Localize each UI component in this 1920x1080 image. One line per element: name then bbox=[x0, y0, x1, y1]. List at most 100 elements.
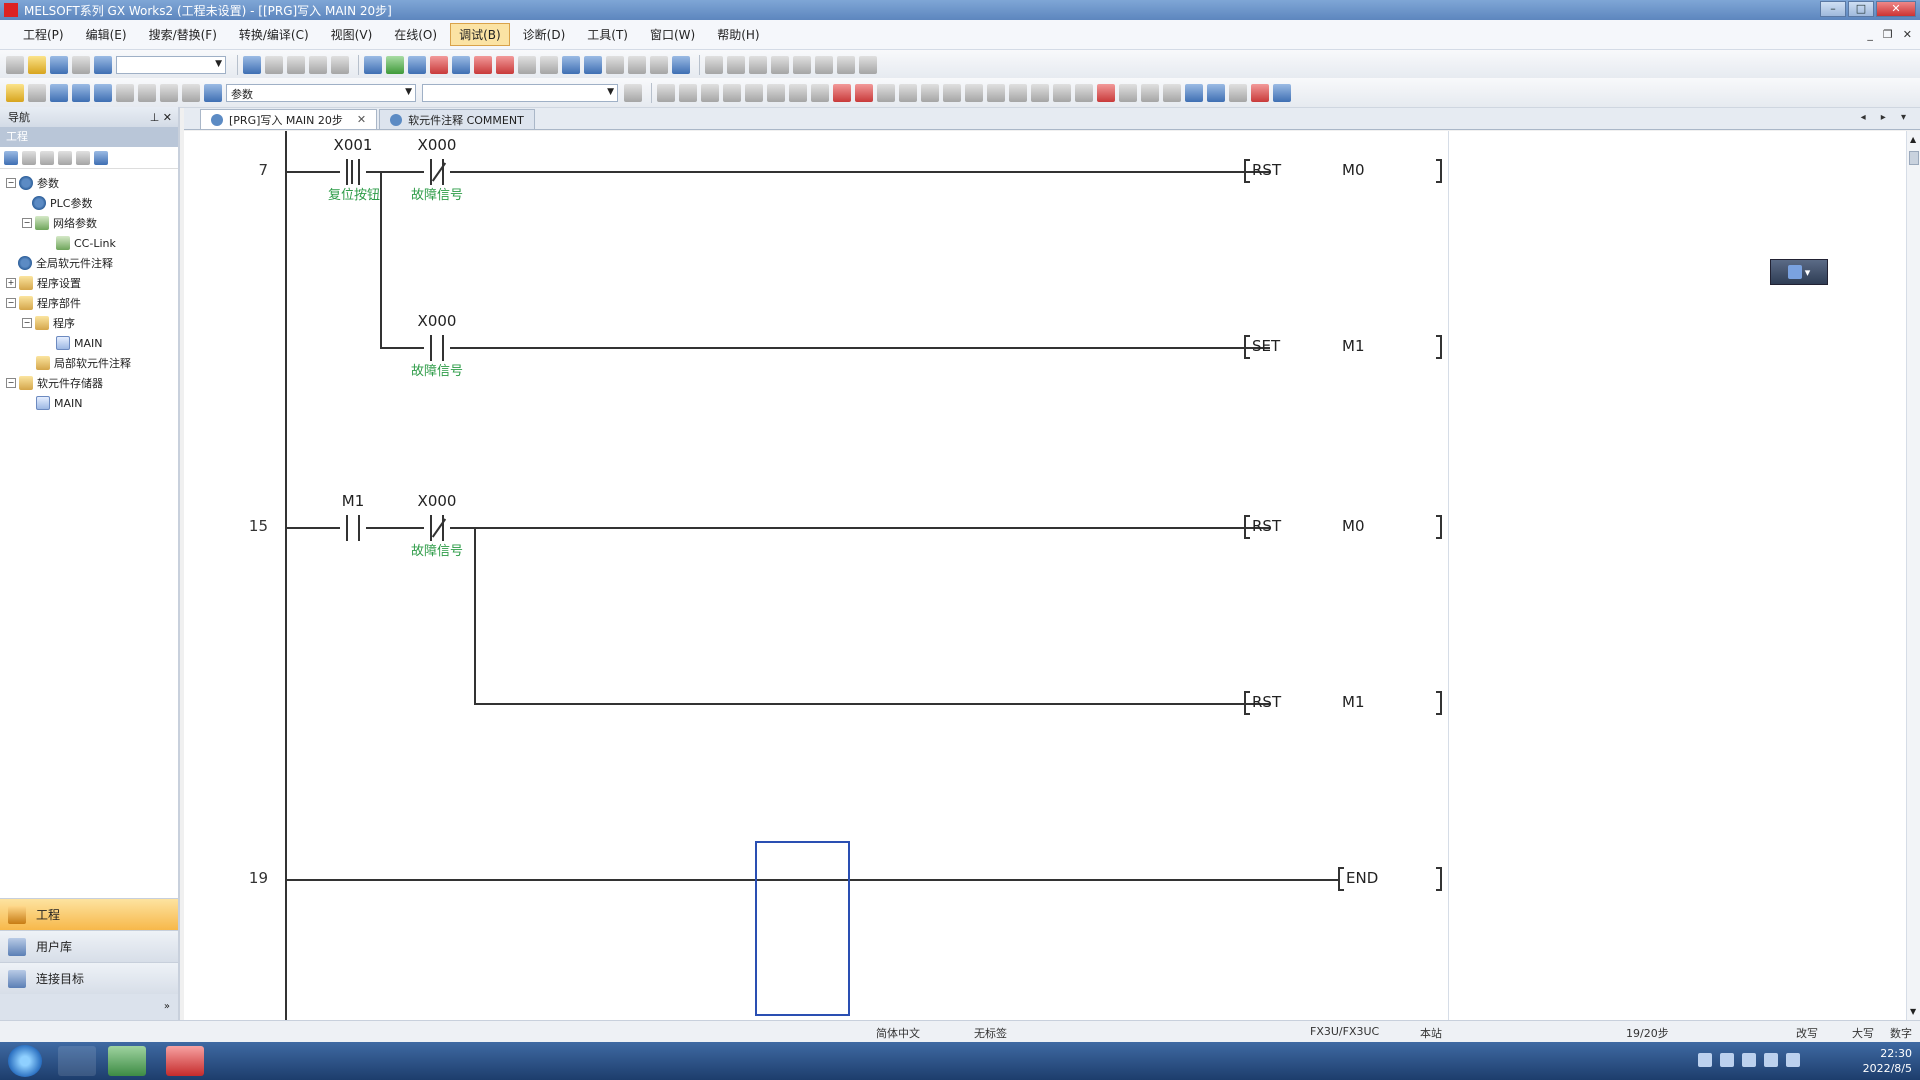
parameter-combo[interactable]: 参数 ▼ bbox=[226, 83, 416, 102]
pulse-conversion-icon[interactable] bbox=[987, 83, 1005, 102]
menu-tool[interactable]: 工具(T) bbox=[578, 23, 637, 46]
navigation-toggle-icon[interactable] bbox=[6, 83, 24, 102]
operand[interactable]: M0 bbox=[1342, 517, 1365, 535]
instruction[interactable]: RST bbox=[1252, 693, 1281, 711]
explorer-icon[interactable] bbox=[108, 1046, 146, 1076]
gx-works-taskbar-icon[interactable] bbox=[166, 1046, 204, 1076]
scroll-up-icon[interactable]: ▲ bbox=[1910, 135, 1916, 144]
collapse-icon[interactable]: − bbox=[6, 178, 16, 188]
monitor-stop-icon[interactable] bbox=[496, 55, 514, 74]
tray-security-icon[interactable] bbox=[1742, 1053, 1756, 1067]
no-contact[interactable] bbox=[340, 515, 366, 541]
undo-icon[interactable] bbox=[309, 55, 327, 74]
delete-vertical-line-icon[interactable] bbox=[855, 83, 873, 102]
tree-item-plc-parameter[interactable]: PLC参数 bbox=[0, 193, 178, 213]
redo-icon[interactable] bbox=[331, 55, 349, 74]
no-contact-icon[interactable] bbox=[657, 83, 675, 102]
tab-user-library[interactable]: 用户库 bbox=[0, 930, 178, 962]
ladder-insert-icon[interactable] bbox=[1053, 83, 1071, 102]
nc-contact[interactable] bbox=[424, 515, 450, 541]
line-delete-icon[interactable] bbox=[1031, 83, 1049, 102]
menu-online[interactable]: 在线(O) bbox=[385, 23, 446, 46]
find-icon[interactable] bbox=[628, 55, 646, 74]
new-icon[interactable] bbox=[6, 55, 24, 74]
invert-icon[interactable] bbox=[965, 83, 983, 102]
zoom-out-icon[interactable] bbox=[727, 55, 745, 74]
input-method-widget[interactable]: ▾ bbox=[1770, 259, 1828, 285]
copy-data-icon[interactable] bbox=[40, 150, 54, 165]
watch-icon[interactable] bbox=[562, 55, 580, 74]
tree-item-parameter[interactable]: − 参数 bbox=[0, 173, 178, 193]
scroll-down-icon[interactable]: ▼ bbox=[1910, 1007, 1916, 1016]
device-label[interactable]: X000 bbox=[402, 136, 472, 154]
tab-connection-destination[interactable]: 连接目标 bbox=[0, 962, 178, 994]
menu-view[interactable]: 视图(V) bbox=[322, 23, 382, 46]
parameter-icon[interactable] bbox=[28, 83, 46, 102]
menu-project[interactable]: 工程(P) bbox=[14, 23, 73, 46]
monitor-write-icon[interactable] bbox=[518, 55, 536, 74]
pin-icon[interactable]: ⊥ bbox=[150, 111, 160, 124]
menu-debug[interactable]: 调试(B) bbox=[450, 23, 510, 46]
tree-item-network-parameter[interactable]: − 网络参数 bbox=[0, 213, 178, 233]
options-icon[interactable] bbox=[859, 55, 877, 74]
statement-display-icon[interactable] bbox=[771, 55, 789, 74]
ladder-editor[interactable]: 7 15 19 X001 复位按钮 X000 故障信号 RST M0 X000 … bbox=[184, 131, 1906, 1020]
comment-display-icon[interactable] bbox=[749, 55, 767, 74]
tree-item-global-comment[interactable]: 全局软元件注释 bbox=[0, 253, 178, 273]
tray-notification-icon[interactable] bbox=[1786, 1053, 1800, 1067]
collapse-icon[interactable]: − bbox=[6, 378, 16, 388]
no-contact[interactable] bbox=[424, 335, 450, 361]
statement-edit-icon[interactable] bbox=[1141, 83, 1159, 102]
close-pane-icon[interactable]: ✕ bbox=[163, 111, 172, 124]
tree-item-program[interactable]: − 程序 bbox=[0, 313, 178, 333]
parallel-rising-pulse-icon[interactable] bbox=[921, 83, 939, 102]
tray-app-icon[interactable] bbox=[1698, 1053, 1712, 1067]
tab-main-program[interactable]: [PRG]写入 MAIN 20步 ✕ bbox=[200, 109, 378, 129]
application-instruction-icon[interactable] bbox=[767, 83, 785, 102]
tree-item-main-program[interactable]: MAIN bbox=[0, 333, 178, 353]
note-edit-icon[interactable] bbox=[1163, 83, 1181, 102]
device-comment-icon[interactable] bbox=[72, 83, 90, 102]
simulation-icon[interactable] bbox=[584, 55, 602, 74]
info-icon[interactable] bbox=[182, 83, 200, 102]
parallel-falling-pulse-icon[interactable] bbox=[943, 83, 961, 102]
delete-horizontal-line-icon[interactable] bbox=[833, 83, 851, 102]
document-icon[interactable] bbox=[624, 83, 642, 102]
horizontal-line-icon[interactable] bbox=[789, 83, 807, 102]
ladder-delete-icon[interactable] bbox=[1075, 83, 1093, 102]
start-button[interactable] bbox=[8, 1045, 42, 1077]
menu-window[interactable]: 窗口(W) bbox=[641, 23, 704, 46]
instruction[interactable]: RST bbox=[1252, 517, 1281, 535]
read-mode-icon[interactable] bbox=[1185, 83, 1203, 102]
tree-item-local-comment[interactable]: 局部软元件注释 bbox=[0, 353, 178, 373]
tray-network-icon[interactable] bbox=[1720, 1053, 1734, 1067]
tree-item-cc-link[interactable]: CC-Link bbox=[0, 233, 178, 253]
print-icon[interactable] bbox=[72, 55, 90, 74]
parallel-no-contact-icon[interactable] bbox=[679, 83, 697, 102]
write-mode-icon[interactable] bbox=[1207, 83, 1225, 102]
property-data-icon[interactable] bbox=[94, 150, 108, 165]
comment-edit-icon[interactable] bbox=[1119, 83, 1137, 102]
monitor-start-icon[interactable] bbox=[474, 55, 492, 74]
write-plc-icon[interactable] bbox=[408, 55, 426, 74]
ladder-cursor[interactable] bbox=[755, 841, 850, 1016]
property-icon[interactable] bbox=[138, 83, 156, 102]
tree-item-program-setting[interactable]: + 程序设置 bbox=[0, 273, 178, 293]
delete-data-icon[interactable] bbox=[58, 150, 72, 165]
menu-diagnostics[interactable]: 诊断(D) bbox=[514, 23, 575, 46]
tab-scroll-arrows[interactable]: ◂ ▸ ▾ bbox=[1861, 112, 1912, 123]
open-icon[interactable] bbox=[28, 55, 46, 74]
tray-volume-icon[interactable] bbox=[1764, 1053, 1778, 1067]
save-icon[interactable] bbox=[50, 55, 68, 74]
device-label[interactable]: X000 bbox=[402, 312, 472, 330]
verify-icon[interactable] bbox=[452, 55, 470, 74]
instruction[interactable]: SET bbox=[1252, 337, 1280, 355]
monitor-mode-icon[interactable] bbox=[1229, 83, 1247, 102]
tree-item-main-memory[interactable]: MAIN bbox=[0, 393, 178, 413]
end-instruction[interactable]: END bbox=[1346, 869, 1378, 887]
maximize-button[interactable]: □ bbox=[1848, 1, 1874, 17]
toolbar-combo-1[interactable]: ▼ bbox=[116, 55, 226, 74]
device-label[interactable]: X001 bbox=[318, 136, 388, 154]
vertical-line-icon[interactable] bbox=[811, 83, 829, 102]
collapse-icon[interactable]: − bbox=[22, 218, 32, 228]
